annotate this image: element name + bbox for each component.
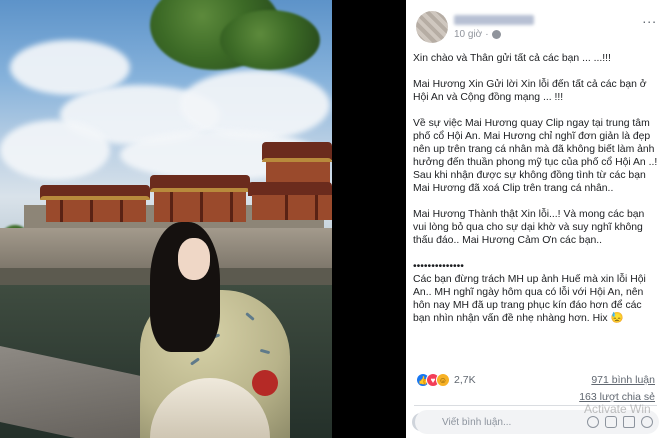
post-paragraph: Xin chào và Thân gửi tất cả các bạn ... …: [413, 53, 611, 64]
post-timestamp[interactable]: 10 giờ: [454, 29, 482, 40]
post-paragraph: Về sự việc Mai Hương quay Clip ngay tại …: [413, 118, 658, 194]
post-paragraph: Mai Hương Thành thật Xin lỗi...! Và mong…: [413, 209, 645, 246]
post-paragraph: •••••••••••••• Các bạn đừng trách MH up …: [413, 261, 646, 324]
globe-icon: [491, 30, 501, 39]
post-meta: 10 giờ ·: [454, 29, 501, 40]
comment-input[interactable]: [442, 413, 562, 431]
comment-count-link[interactable]: 971 bình luận: [591, 374, 655, 386]
camera-icon[interactable]: [605, 416, 617, 428]
gif-icon[interactable]: [623, 416, 635, 428]
poster-avatar[interactable]: [416, 11, 448, 43]
poster-name[interactable]: [454, 12, 534, 26]
post-paragraph: Mai Hương Xin Gửi lời Xin lỗi đến tất cả…: [413, 79, 647, 103]
post-photo[interactable]: [0, 0, 332, 438]
activate-windows-watermark: Activate Win: [584, 402, 651, 416]
haha-reaction-icon: ☺: [436, 373, 450, 387]
emoji-icon[interactable]: [587, 416, 599, 428]
reactions-summary[interactable]: 👍 ♥ ☺ 2,7K: [416, 373, 476, 387]
comment-tools: [587, 416, 653, 428]
more-options-button[interactable]: ...: [642, 10, 657, 26]
reaction-count[interactable]: 2,7K: [454, 374, 476, 386]
post-text: Xin chào và Thân gửi tất cả các bạn ... …: [413, 52, 659, 325]
dot-separator: ·: [485, 29, 489, 40]
post-panel: 10 giờ · ... Xin chào và Thân gửi tất cả…: [406, 0, 665, 438]
sticker-icon[interactable]: [641, 416, 653, 428]
